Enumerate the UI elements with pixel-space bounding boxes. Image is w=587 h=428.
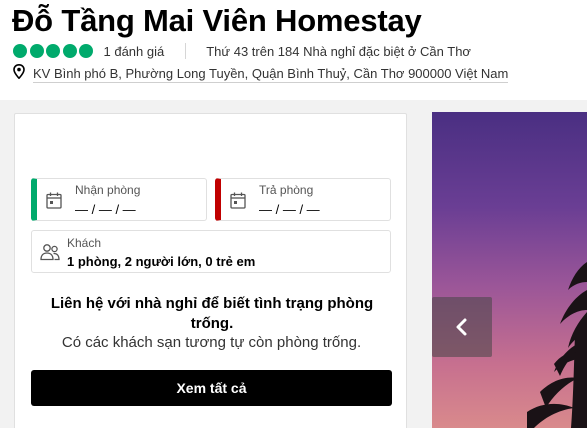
calendar-icon xyxy=(46,192,62,214)
rating-bubble-icon xyxy=(62,44,77,58)
divider xyxy=(185,43,187,59)
address-link[interactable]: KV Bình phó B, Phường Long Tuyền, Quận B… xyxy=(33,66,509,83)
property-photo[interactable] xyxy=(432,112,587,428)
checkin-field[interactable]: Nhận phòng — / — / — xyxy=(31,178,207,221)
similar-hotels-message: Có các khách sạn tương tự còn phòng trốn… xyxy=(61,334,362,351)
guests-value: 1 phòng, 2 người lớn, 0 trẻ em xyxy=(67,254,256,269)
ranking-link[interactable]: Thứ 43 trên 184 Nhà nghỉ đặc biệt ở Cần … xyxy=(206,44,471,59)
availability-message: Liên hệ với nhà nghỉ để biết tình trạng … xyxy=(50,295,374,332)
checkout-label: Trả phòng xyxy=(259,183,314,197)
checkout-field[interactable]: Trả phòng — / — / — xyxy=(215,178,391,221)
rating-bubble-icon xyxy=(46,44,60,58)
rating-row: 1 đánh giá Thứ 43 trên 184 Nhà nghỉ đặc … xyxy=(13,43,471,59)
see-all-button[interactable]: Xem tất cả xyxy=(31,370,392,406)
checkout-value: — / — / — xyxy=(259,202,320,217)
rating-bubble-icon xyxy=(13,44,27,58)
people-icon xyxy=(40,243,60,266)
rating-bubble-icon xyxy=(79,44,93,58)
chevron-left-icon xyxy=(456,318,467,336)
map-pin-icon xyxy=(13,63,25,84)
checkin-label: Nhận phòng xyxy=(75,183,141,197)
rating-bubble-icon xyxy=(29,44,44,58)
guests-field[interactable]: Khách 1 phòng, 2 người lớn, 0 trẻ em xyxy=(31,230,391,273)
page-title: Đỗ Tầng Mai Viên Homestay xyxy=(12,3,422,38)
address-row: KV Bình phó B, Phường Long Tuyền, Quận B… xyxy=(13,63,509,84)
rating-bubbles[interactable] xyxy=(13,44,96,58)
review-count-link[interactable]: 1 đánh giá xyxy=(104,44,165,59)
booking-card: Nhận phòng — / — / — Trả phòng — / — / — xyxy=(14,113,407,428)
checkin-value: — / — / — xyxy=(75,202,136,217)
property-header: Đỗ Tầng Mai Viên Homestay 1 đánh giá Thứ… xyxy=(0,0,587,100)
calendar-icon xyxy=(230,192,246,214)
guests-label: Khách xyxy=(67,236,102,250)
gallery-prev-button[interactable] xyxy=(432,297,492,357)
